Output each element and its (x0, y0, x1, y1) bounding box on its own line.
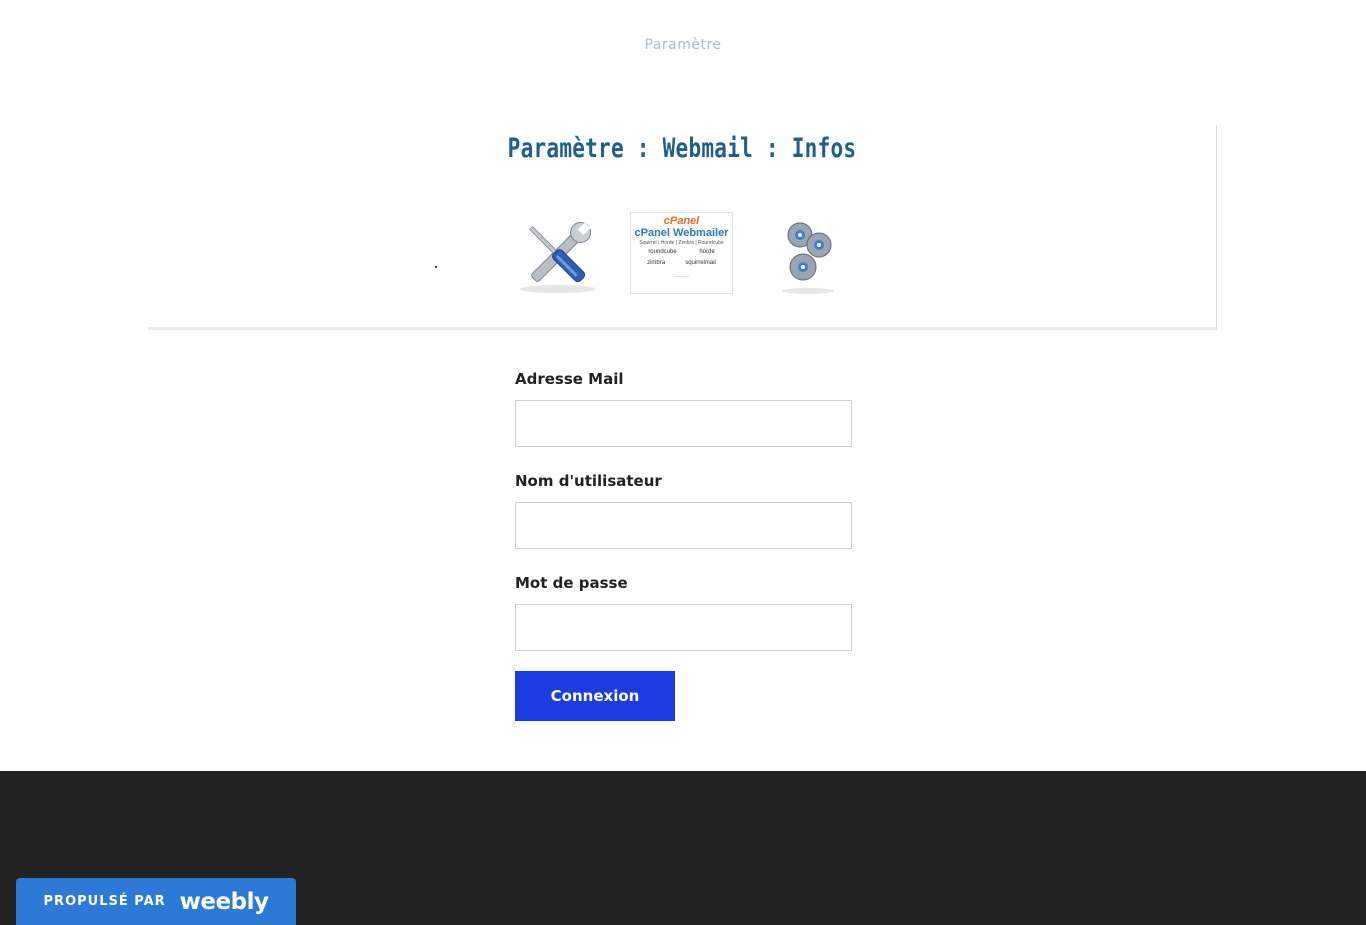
banner-title: Paramètre : Webmail : Infos (507, 133, 857, 164)
horde-logo: horde (699, 249, 715, 255)
gears-icon (782, 222, 834, 294)
password-label: Mot de passe (515, 574, 628, 592)
login-button[interactable]: Connexion (515, 671, 675, 721)
zimbra-logo: zimbra (647, 260, 666, 266)
cpanel-footer-strip: ————— (674, 274, 689, 278)
username-label: Nom d'utilisateur (515, 472, 662, 490)
cpanel-webmailer-logo: cPanel cPanel Webmailer Squirrel | Horde… (630, 212, 733, 294)
header-banner: Paramètre : Webmail : Infos cPanel cPane… (148, 125, 1217, 330)
weebly-badge[interactable]: PROPULSÉ PAR weebly (16, 878, 296, 925)
username-field[interactable] (515, 502, 852, 549)
roundcube-logo: roundcube (648, 249, 677, 255)
email-label: Adresse Mail (515, 370, 624, 388)
weebly-logo: weebly (179, 888, 269, 915)
squirrelmail-logo: squirrelmail (685, 260, 716, 266)
login-form: Adresse Mail Nom d'utilisateur Mot de pa… (515, 369, 852, 721)
tools-icon (520, 221, 596, 293)
nav-link-parametre[interactable]: Paramètre (0, 37, 1366, 53)
badge-text: PROPULSÉ PAR (43, 894, 166, 909)
password-field[interactable] (515, 604, 852, 651)
cpanel-title: cPanel Webmailer (634, 227, 729, 239)
cpanel-subtitle: Squirrel | Horde | Zimbra | Roundcube (639, 240, 724, 246)
decor-dot (435, 266, 437, 268)
email-field[interactable] (515, 400, 852, 447)
cpanel-brand: cPanel (663, 215, 700, 227)
